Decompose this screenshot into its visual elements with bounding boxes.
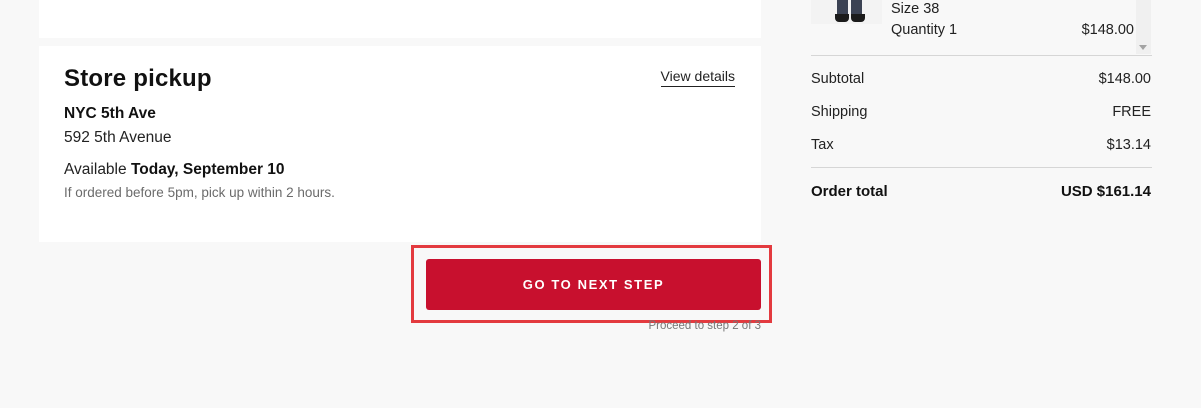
shipping-value: FREE [1112,104,1151,120]
subtotal-value: $148.00 [1098,71,1151,87]
tax-value: $13.14 [1106,137,1151,153]
cart-items-scrollbar[interactable] [1136,0,1151,54]
summary-divider-top [811,55,1152,56]
shipping-label: Shipping [811,104,868,120]
store-name: NYC 5th Ave [64,105,156,122]
previous-section-card [39,0,761,38]
store-pickup-heading: Store pickup [64,65,212,92]
product-thumbnail [811,0,882,24]
product-size: Size 38 [891,1,940,17]
availability-prefix: Available [64,161,127,178]
order-total-label: Order total [811,183,888,200]
product-quantity: Quantity 1 [891,22,958,38]
store-pickup-card: Store pickup View details NYC 5th Ave 59… [39,46,761,242]
subtotal-label: Subtotal [811,71,865,87]
pickup-note: If ordered before 5pm, pick up within 2 … [64,185,335,200]
store-address: 592 5th Avenue [64,129,172,146]
scroll-down-arrow-icon[interactable] [1139,45,1147,50]
tax-label: Tax [811,137,834,153]
view-details-link[interactable]: View details [660,68,735,87]
go-to-next-step-button[interactable]: GO TO NEXT STEP [426,259,761,310]
product-shoe-left [835,14,849,22]
step-progress-hint: Proceed to step 2 of 3 [648,320,761,332]
availability-line: Available Today, September 10 [64,161,285,179]
availability-date: Today, September 10 [130,161,285,178]
order-total-value: USD $161.14 [1060,183,1151,200]
product-price: $148.00 [1081,22,1134,38]
product-shoe-right [851,14,865,22]
summary-divider-bottom [811,167,1152,168]
